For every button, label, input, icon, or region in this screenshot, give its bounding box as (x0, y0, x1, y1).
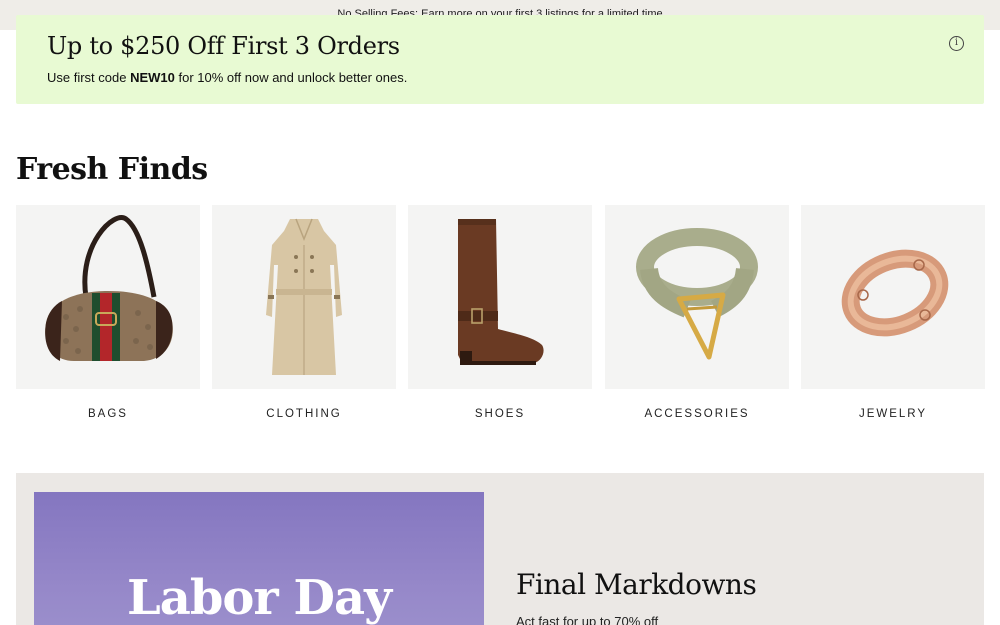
trench-coat-icon (266, 218, 342, 375)
promo-description: Use first code NEW10 for 10% off now and… (47, 70, 407, 85)
promo-text-before: Use first code (47, 70, 131, 85)
promo-section-labor-day: Labor Day Final Markdowns Act fast for u… (16, 473, 984, 625)
promo-title: Up to $250 Off First 3 Orders (47, 32, 400, 60)
category-tile[interactable] (801, 205, 985, 389)
banner-title: Final Markdowns (516, 568, 757, 601)
category-label-jewelry[interactable]: JEWELRY (801, 408, 985, 420)
category-label-bags[interactable]: BAGS (16, 408, 200, 420)
section-title-fresh-finds: Fresh Finds (16, 152, 208, 187)
belt-icon (636, 228, 758, 360)
category-jewelry[interactable]: JEWELRY (801, 205, 985, 425)
handbag-icon (45, 215, 173, 361)
promo-text-after: for 10% off now and unlock better ones. (174, 70, 408, 85)
category-clothing[interactable]: CLOTHING (212, 205, 396, 425)
labor-day-image[interactable]: Labor Day (34, 492, 484, 625)
category-label-shoes[interactable]: SHOES (408, 408, 592, 420)
category-tile[interactable] (408, 205, 592, 389)
labor-day-headline: Labor Day (126, 570, 392, 625)
info-icon[interactable]: i (949, 36, 964, 51)
category-tile[interactable] (605, 205, 789, 389)
category-tile[interactable] (16, 205, 200, 389)
category-label-clothing[interactable]: CLOTHING (212, 408, 396, 420)
promo-code: NEW10 (130, 70, 175, 85)
ring-icon (841, 249, 949, 337)
category-bags[interactable]: BAGS (16, 205, 200, 425)
category-shoes[interactable]: SHOES (408, 205, 592, 425)
banner-subtitle: Act fast for up to 70% off (516, 614, 659, 625)
category-label-accessories[interactable]: ACCESSORIES (605, 408, 789, 420)
category-accessories[interactable]: ACCESSORIES (605, 205, 789, 425)
category-grid: BAGS CLOTHING SHOES ACCESSORIES JEWELRY (16, 205, 985, 425)
category-tile[interactable] (212, 205, 396, 389)
boot-icon (458, 219, 544, 365)
promo-banner: Up to $250 Off First 3 Orders Use first … (16, 15, 984, 104)
